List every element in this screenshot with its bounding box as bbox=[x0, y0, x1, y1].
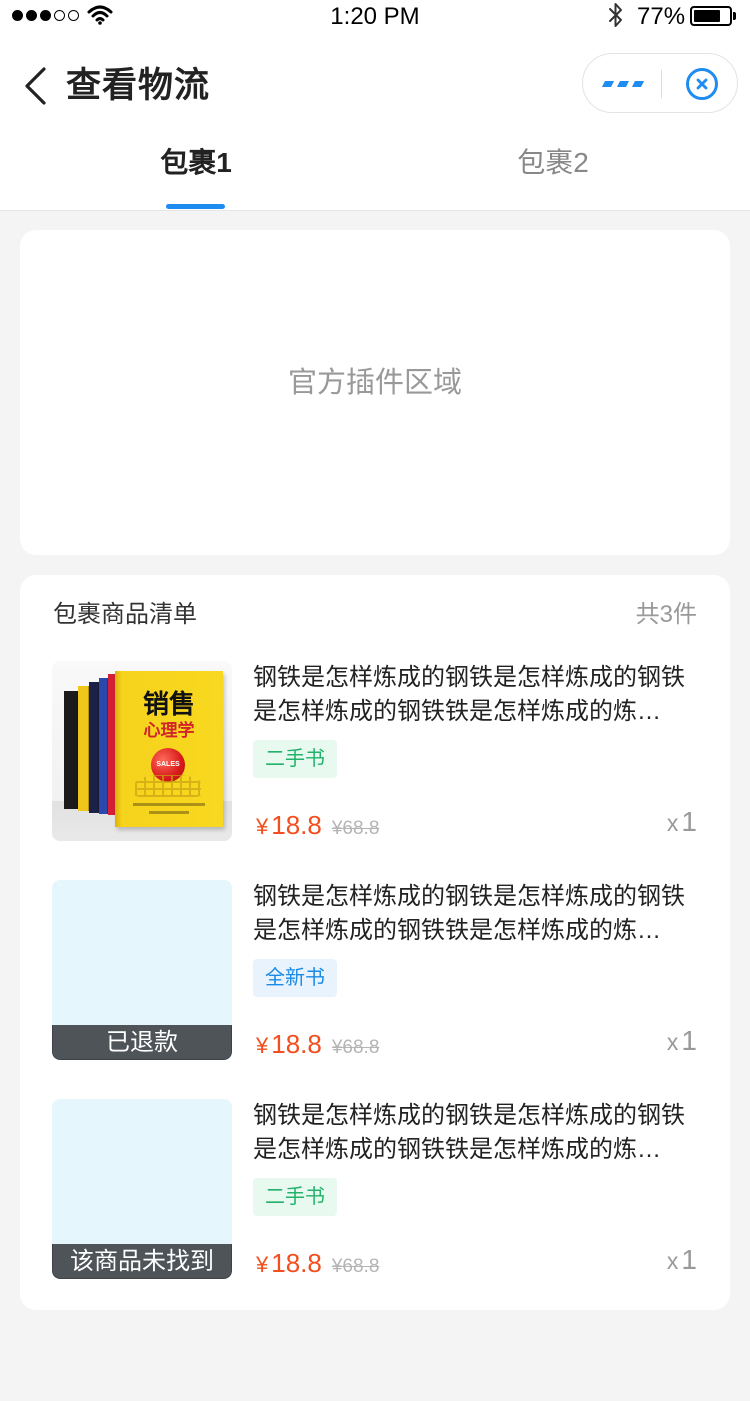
price-row: ¥18.8 ¥68.8 bbox=[256, 1245, 379, 1281]
plugin-area-card: 官方插件区域 bbox=[20, 230, 730, 555]
item-status-overlay: 已退款 bbox=[52, 1025, 232, 1060]
quantity: x1 bbox=[667, 804, 697, 840]
page-title: 查看物流 bbox=[66, 66, 211, 105]
capsule-divider bbox=[661, 70, 662, 98]
price-currency: ¥ bbox=[256, 1252, 269, 1277]
quantity-prefix: x bbox=[666, 1248, 679, 1274]
quantity-prefix: x bbox=[666, 810, 679, 836]
tab-package-1[interactable]: 包裹1 bbox=[126, 130, 266, 210]
tab-label: 包裹1 bbox=[160, 147, 232, 178]
tab-active-indicator bbox=[166, 204, 225, 209]
price-amount: 18.8 bbox=[271, 810, 322, 840]
book-spine bbox=[99, 678, 108, 814]
header: 1:20 PM 77% 查看物流 包裹1 包裹2 bbox=[0, 0, 750, 211]
quantity-value: 1 bbox=[681, 806, 697, 837]
condition-tag: 二手书 bbox=[253, 740, 337, 778]
close-button[interactable] bbox=[675, 60, 729, 108]
condition-tag: 全新书 bbox=[253, 959, 337, 997]
item-status-overlay: 该商品未找到 bbox=[52, 1244, 232, 1279]
quantity-value: 1 bbox=[681, 1244, 697, 1275]
book-spine bbox=[89, 682, 99, 813]
quantity: x1 bbox=[667, 1242, 697, 1278]
plugin-area-label: 官方插件区域 bbox=[287, 367, 462, 399]
status-bar: 1:20 PM 77% bbox=[0, 0, 750, 40]
book-cover: 销售 心理学 SALES bbox=[115, 671, 223, 827]
battery-icon bbox=[690, 6, 732, 26]
battery-terminal bbox=[733, 12, 736, 20]
package-items-count: 共3件 bbox=[635, 601, 697, 628]
book-spine bbox=[78, 686, 89, 811]
cover-fine-print bbox=[133, 803, 205, 806]
product-title: 钢铁是怎样炼成的钢铁是怎样炼成的钢铁是怎样炼成的钢铁铁是怎样炼成的炼… bbox=[253, 1102, 685, 1163]
mini-program-capsule bbox=[582, 53, 738, 113]
package-items-title: 包裹商品清单 bbox=[53, 601, 197, 628]
tab-package-2[interactable]: 包裹2 bbox=[483, 130, 623, 210]
product-image-placeholder: 该商品未找到 bbox=[52, 1099, 232, 1279]
coin-illustration bbox=[135, 775, 201, 797]
price-row: ¥18.8 ¥68.8 bbox=[256, 1026, 379, 1062]
bluetooth-icon bbox=[609, 3, 622, 27]
more-dashes-icon bbox=[602, 81, 644, 87]
more-button[interactable] bbox=[591, 62, 655, 104]
back-button[interactable] bbox=[16, 60, 60, 110]
package-items-card: 包裹商品清单 共3件 销售 心理学 SALES 钢铁是怎样炼成的钢铁是怎样炼成的… bbox=[20, 575, 730, 1310]
battery-level bbox=[694, 10, 721, 22]
price-amount: 18.8 bbox=[271, 1248, 322, 1278]
product-title: 钢铁是怎样炼成的钢铁是怎样炼成的钢铁是怎样炼成的钢铁铁是怎样炼成的炼… bbox=[253, 664, 685, 725]
chevron-left-icon bbox=[25, 67, 46, 105]
product-image: 销售 心理学 SALES bbox=[52, 661, 232, 841]
quantity: x1 bbox=[667, 1023, 697, 1059]
product-title: 钢铁是怎样炼成的钢铁是怎样炼成的钢铁是怎样炼成的钢铁铁是怎样炼成的炼… bbox=[253, 883, 685, 944]
original-price: ¥68.8 bbox=[331, 1256, 380, 1277]
cover-fine-print bbox=[149, 811, 189, 814]
price-amount: 18.8 bbox=[271, 1029, 322, 1059]
package-item[interactable]: 该商品未找到 钢铁是怎样炼成的钢铁是怎样炼成的钢铁是怎样炼成的钢铁铁是怎样炼成的… bbox=[52, 1099, 698, 1279]
quantity-value: 1 bbox=[681, 1025, 697, 1056]
tab-label: 包裹2 bbox=[517, 147, 589, 178]
product-image-placeholder: 已退款 bbox=[52, 880, 232, 1060]
apple-label: SALES bbox=[156, 761, 180, 768]
book-cover-subtitle: 心理学 bbox=[143, 721, 195, 740]
close-circle-icon bbox=[686, 68, 718, 100]
price-currency: ¥ bbox=[256, 814, 269, 839]
price-currency: ¥ bbox=[256, 1033, 269, 1058]
condition-tag: 二手书 bbox=[253, 1178, 337, 1216]
price-row: ¥18.8 ¥68.8 bbox=[256, 807, 379, 843]
package-item[interactable]: 已退款 钢铁是怎样炼成的钢铁是怎样炼成的钢铁是怎样炼成的钢铁铁是怎样炼成的炼… … bbox=[52, 880, 698, 1060]
book-spine bbox=[64, 691, 78, 809]
original-price: ¥68.8 bbox=[331, 1037, 380, 1058]
book-cover-title: 销售 bbox=[142, 689, 195, 719]
battery-percent: 77% bbox=[637, 3, 686, 30]
package-item[interactable]: 销售 心理学 SALES 钢铁是怎样炼成的钢铁是怎样炼成的钢铁是怎样炼成的钢铁铁… bbox=[52, 661, 698, 841]
quantity-prefix: x bbox=[666, 1029, 679, 1055]
original-price: ¥68.8 bbox=[331, 818, 380, 839]
